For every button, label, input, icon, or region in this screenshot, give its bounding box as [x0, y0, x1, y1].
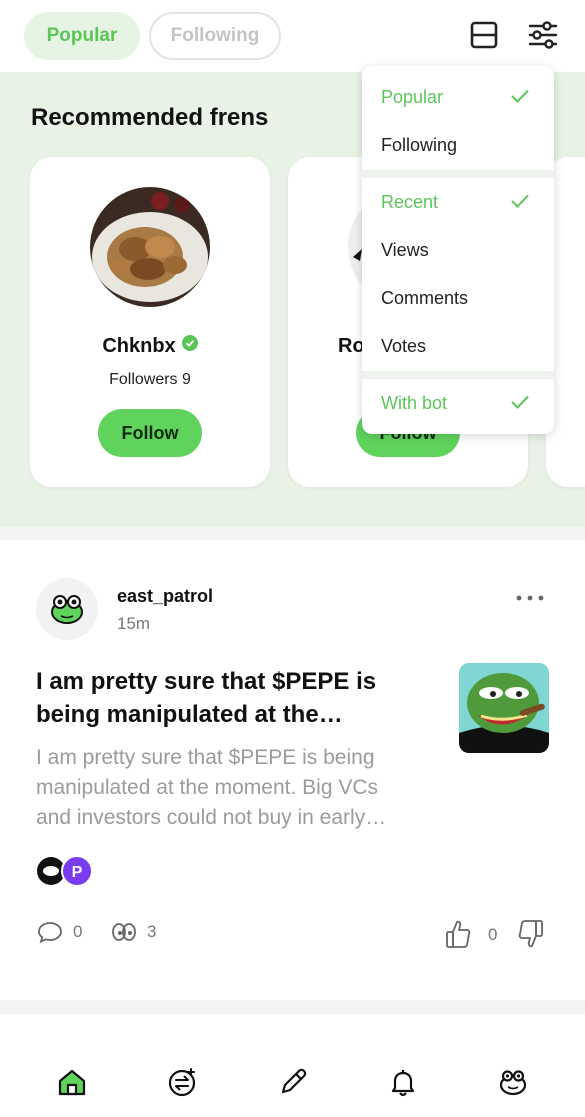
thumbs-up-icon[interactable]	[444, 918, 472, 950]
bell-icon[interactable]	[387, 1066, 419, 1098]
card-username: Chkn​bx	[30, 335, 270, 358]
thumbs-down-icon[interactable]	[517, 918, 545, 950]
post-thumbnail[interactable]	[459, 663, 549, 753]
vote-count: 0	[488, 925, 498, 944]
section-divider	[0, 527, 585, 540]
menu-item-popular[interactable]: Popular	[362, 74, 554, 120]
menu-divider	[362, 170, 554, 178]
menu-item-views[interactable]: Views	[362, 227, 554, 273]
menu-item-recent[interactable]: Recent	[362, 179, 554, 225]
swap-icon[interactable]	[166, 1066, 198, 1098]
comment-bubble-icon	[38, 922, 62, 944]
user-card[interactable]: Chkn​bx Followers 9 Follow	[30, 157, 270, 487]
profile-frog-icon[interactable]	[497, 1066, 529, 1098]
svg-text:P: P	[72, 864, 83, 881]
tab-following[interactable]: Following	[149, 12, 281, 60]
section-divider	[0, 1000, 585, 1014]
eyes-icon	[112, 923, 136, 941]
top-bar: Popular Following	[0, 0, 585, 72]
post-username[interactable]: east_patrol	[117, 586, 213, 607]
menu-item-following[interactable]: Following	[362, 122, 554, 168]
view-count: 3	[111, 920, 156, 944]
verified-badge-icon	[181, 335, 198, 351]
check-icon	[511, 395, 529, 409]
check-icon	[511, 89, 529, 103]
post-excerpt: I am pretty sure that $PEPE is being man…	[36, 746, 387, 829]
tab-popular[interactable]: Popular	[24, 12, 140, 60]
avatar[interactable]	[36, 578, 98, 640]
layout-toggle-icon[interactable]	[469, 20, 499, 50]
filter-sliders-icon[interactable]	[528, 20, 558, 50]
menu-item-votes[interactable]: Votes	[362, 323, 554, 369]
menu-divider	[362, 371, 554, 379]
bottom-navigation	[0, 1014, 585, 1117]
comment-count[interactable]: 0	[37, 920, 82, 944]
post-title[interactable]: I am pretty sure that $PEPE is being man…	[36, 665, 416, 731]
post-badges: P	[37, 855, 93, 887]
post-timestamp: 15m	[117, 614, 151, 633]
check-icon	[511, 194, 529, 208]
home-icon[interactable]	[56, 1066, 88, 1098]
filter-dropdown-menu: Popular Following Recent Views Comments …	[362, 66, 554, 434]
menu-item-comments[interactable]: Comments	[362, 275, 554, 321]
follow-button[interactable]: Follow	[98, 409, 202, 457]
follower-count: Followers 9	[109, 371, 191, 388]
pencil-icon[interactable]	[277, 1066, 309, 1098]
menu-item-with-bot[interactable]: With bot	[362, 380, 554, 426]
section-title: Recommended frens	[31, 104, 269, 131]
post-card[interactable]: east_patrol 15m I am pretty sure that $P…	[0, 540, 585, 1000]
more-options-icon[interactable]	[513, 592, 547, 604]
avatar	[90, 187, 210, 307]
